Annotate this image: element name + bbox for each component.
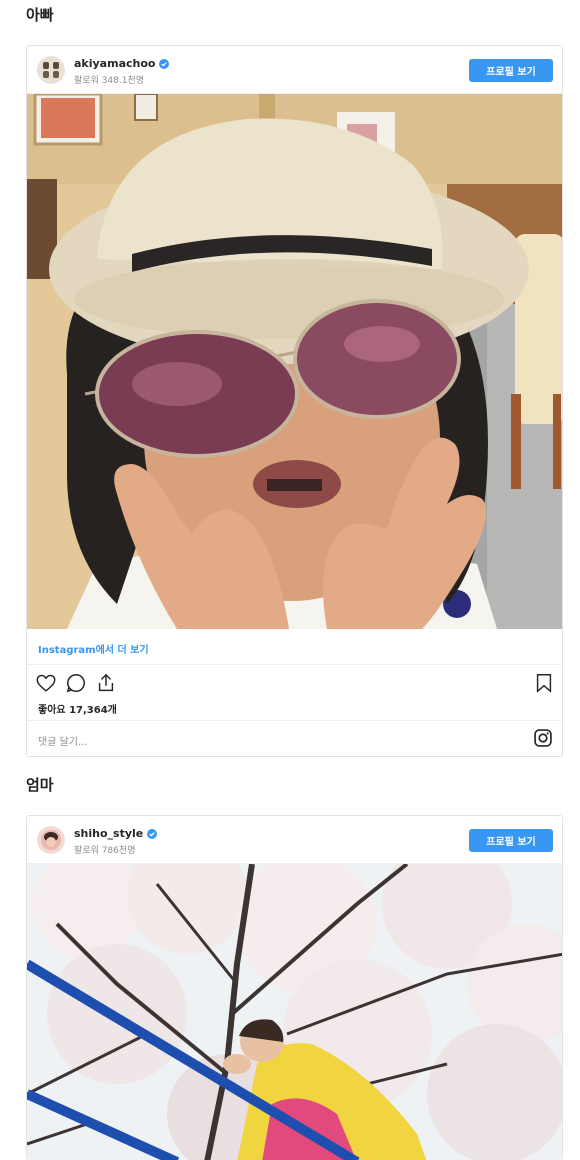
avatar[interactable]: [37, 826, 65, 854]
username-row: shiho_style: [74, 827, 158, 840]
username[interactable]: shiho_style: [74, 827, 143, 840]
post-photo[interactable]: [27, 94, 563, 629]
follower-count: 팔로워 348.1천명: [74, 76, 145, 86]
add-comment-input[interactable]: 댓글 달기...: [38, 733, 88, 748]
username[interactable]: akiyamachoo: [74, 57, 155, 70]
view-profile-button[interactable]: 프로필 보기: [469, 59, 553, 82]
instagram-embed-dad: akiyamachoo 팔로워 348.1천명 프로필 보기 Instagram…: [26, 45, 563, 757]
avatar[interactable]: [37, 56, 65, 84]
action-bar: [27, 665, 562, 701]
likes-row: 좋아요 17,364개: [27, 701, 562, 721]
verified-badge-icon: [147, 828, 158, 839]
verified-badge-icon: [159, 58, 170, 69]
view-more-on-instagram-link[interactable]: Instagram에서 더 보기: [38, 641, 149, 656]
like-count[interactable]: 좋아요 17,364개: [38, 701, 117, 716]
bookmark-icon[interactable]: [533, 672, 555, 694]
instagram-icon[interactable]: [533, 728, 553, 748]
section-title-dad: 아빠: [26, 6, 54, 24]
section-title-mom: 엄마: [26, 776, 54, 794]
post-header: akiyamachoo 팔로워 348.1천명 프로필 보기: [27, 46, 562, 94]
instagram-embed-mom: shiho_style 팔로워 786천명 프로필 보기: [26, 815, 563, 1160]
follower-count: 팔로워 786천명: [74, 846, 136, 856]
view-more-row: Instagram에서 더 보기: [27, 629, 562, 665]
comment-icon[interactable]: [65, 672, 87, 694]
share-icon[interactable]: [95, 672, 117, 694]
heart-icon[interactable]: [35, 672, 57, 694]
comment-row: 댓글 달기...: [27, 721, 562, 756]
post-photo[interactable]: [27, 864, 563, 1160]
username-row: akiyamachoo: [74, 57, 170, 70]
view-profile-button[interactable]: 프로필 보기: [469, 829, 553, 852]
post-header: shiho_style 팔로워 786천명 프로필 보기: [27, 816, 562, 864]
